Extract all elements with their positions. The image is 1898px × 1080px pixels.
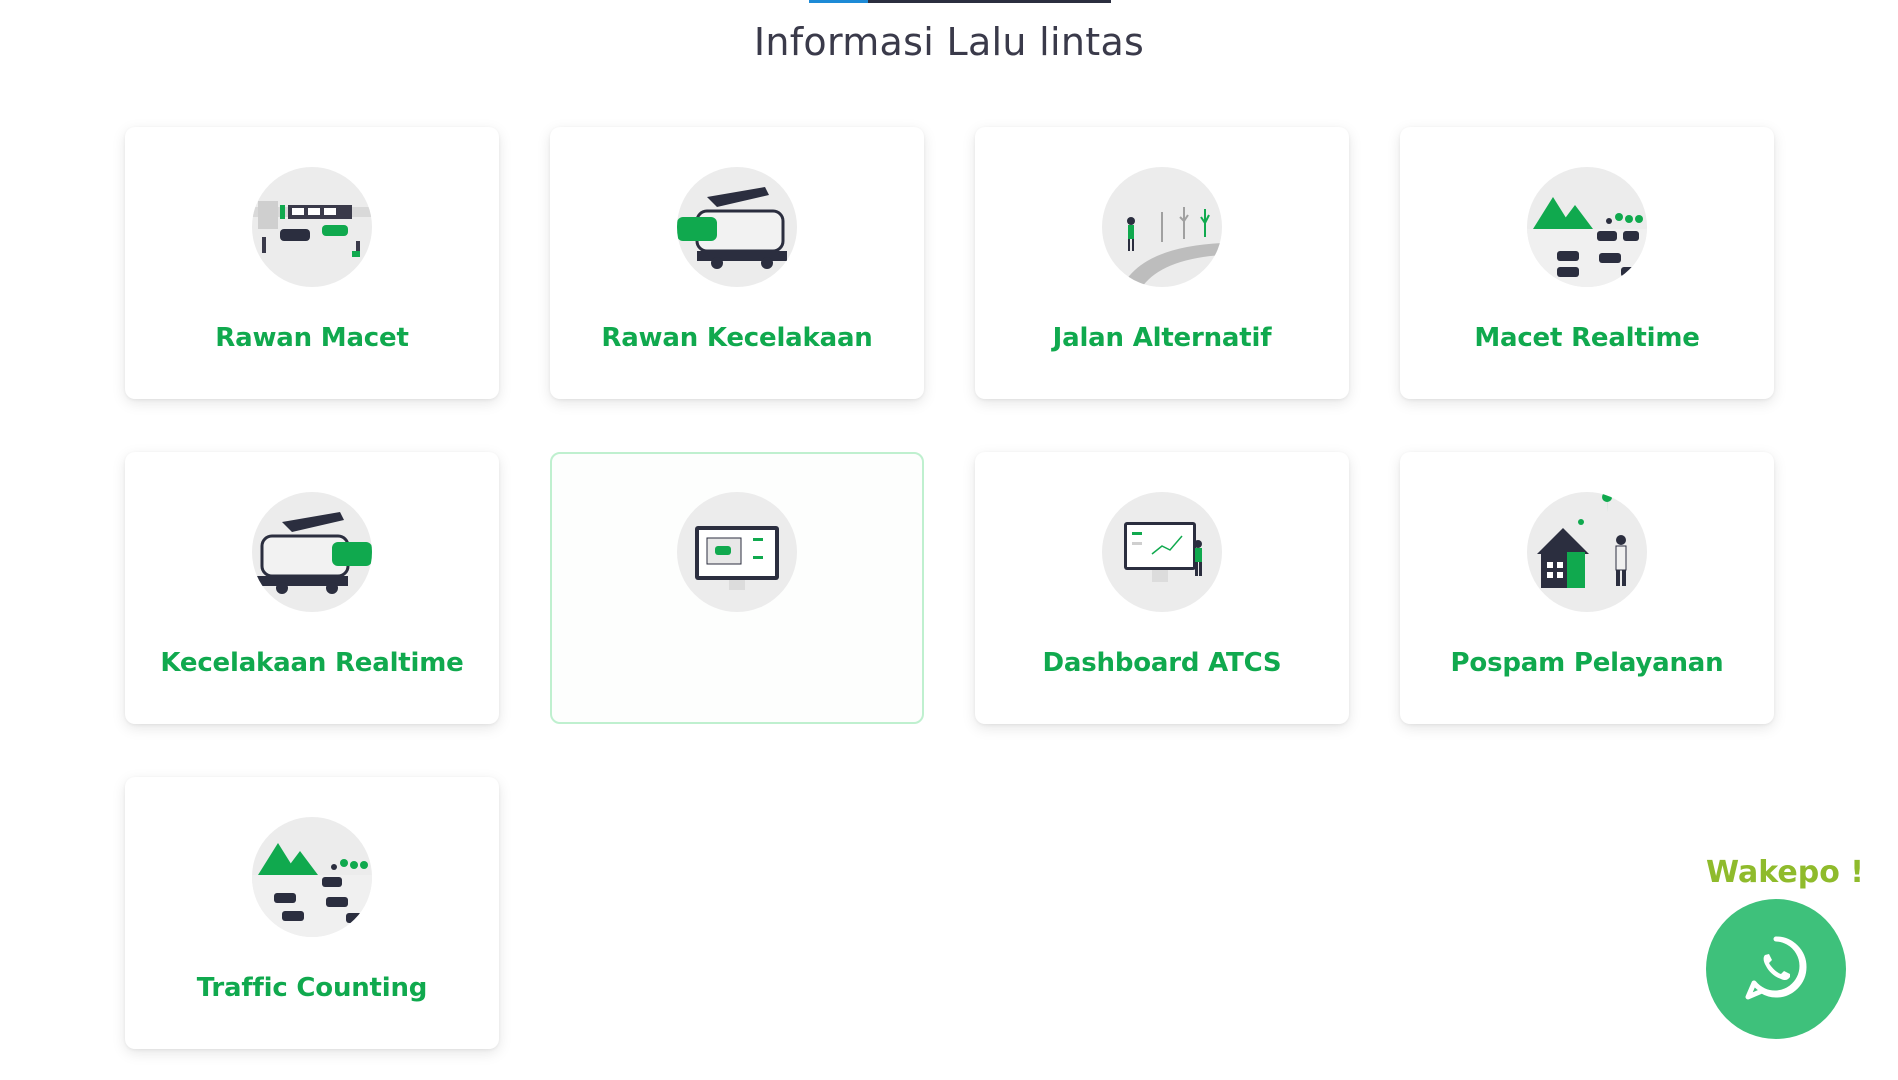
card-dashboard-atcs[interactable]: Dashboard ATCS (975, 452, 1349, 724)
card-kecelakaan-realtime[interactable]: Kecelakaan Realtime (125, 452, 499, 724)
section-divider-accent (809, 0, 868, 3)
tow-truck-illustration-icon (677, 167, 797, 287)
card-pospam-pelayanan[interactable]: Pospam Pelayanan (1400, 452, 1774, 724)
dashboard-chart-illustration-icon (1102, 492, 1222, 612)
section-divider (809, 0, 1111, 3)
accident-tow-illustration-icon (252, 492, 372, 612)
card-traffic-counting[interactable]: Traffic Counting (125, 777, 499, 1049)
card-rawan-kecelakaan[interactable]: Rawan Kecelakaan (550, 127, 924, 399)
card-jalan-alternatif[interactable]: Jalan Alternatif (975, 127, 1349, 399)
card-label: Rawan Macet (215, 323, 409, 353)
monitor-cctv-illustration-icon (677, 492, 797, 612)
wakepo-label: Wakepo ! (1706, 855, 1864, 890)
traffic-jam-illustration-icon (252, 167, 372, 287)
service-post-illustration-icon (1527, 492, 1647, 612)
card-label: Kecelakaan Realtime (160, 648, 464, 678)
whatsapp-chat-button[interactable] (1706, 899, 1846, 1039)
card-rawan-macet[interactable]: Rawan Macet (125, 127, 499, 399)
alternative-road-illustration-icon (1102, 167, 1222, 287)
section-title: Informasi Lalu lintas (753, 20, 1145, 64)
card-macet-realtime[interactable]: Macet Realtime (1400, 127, 1774, 399)
traffic-counting-illustration-icon (252, 817, 372, 937)
card-label: Traffic Counting (196, 973, 428, 1003)
whatsapp-icon (1740, 931, 1812, 1008)
card-label: Dashboard ATCS (1042, 648, 1282, 678)
card-label: Rawan Kecelakaan (601, 323, 873, 353)
card-label: Macet Realtime (1474, 323, 1700, 353)
card-label: Jalan Alternatif (1052, 323, 1272, 353)
card-label: Pospam Pelayanan (1450, 648, 1724, 678)
realtime-traffic-illustration-icon (1527, 167, 1647, 287)
card-hovered[interactable] (550, 452, 924, 724)
